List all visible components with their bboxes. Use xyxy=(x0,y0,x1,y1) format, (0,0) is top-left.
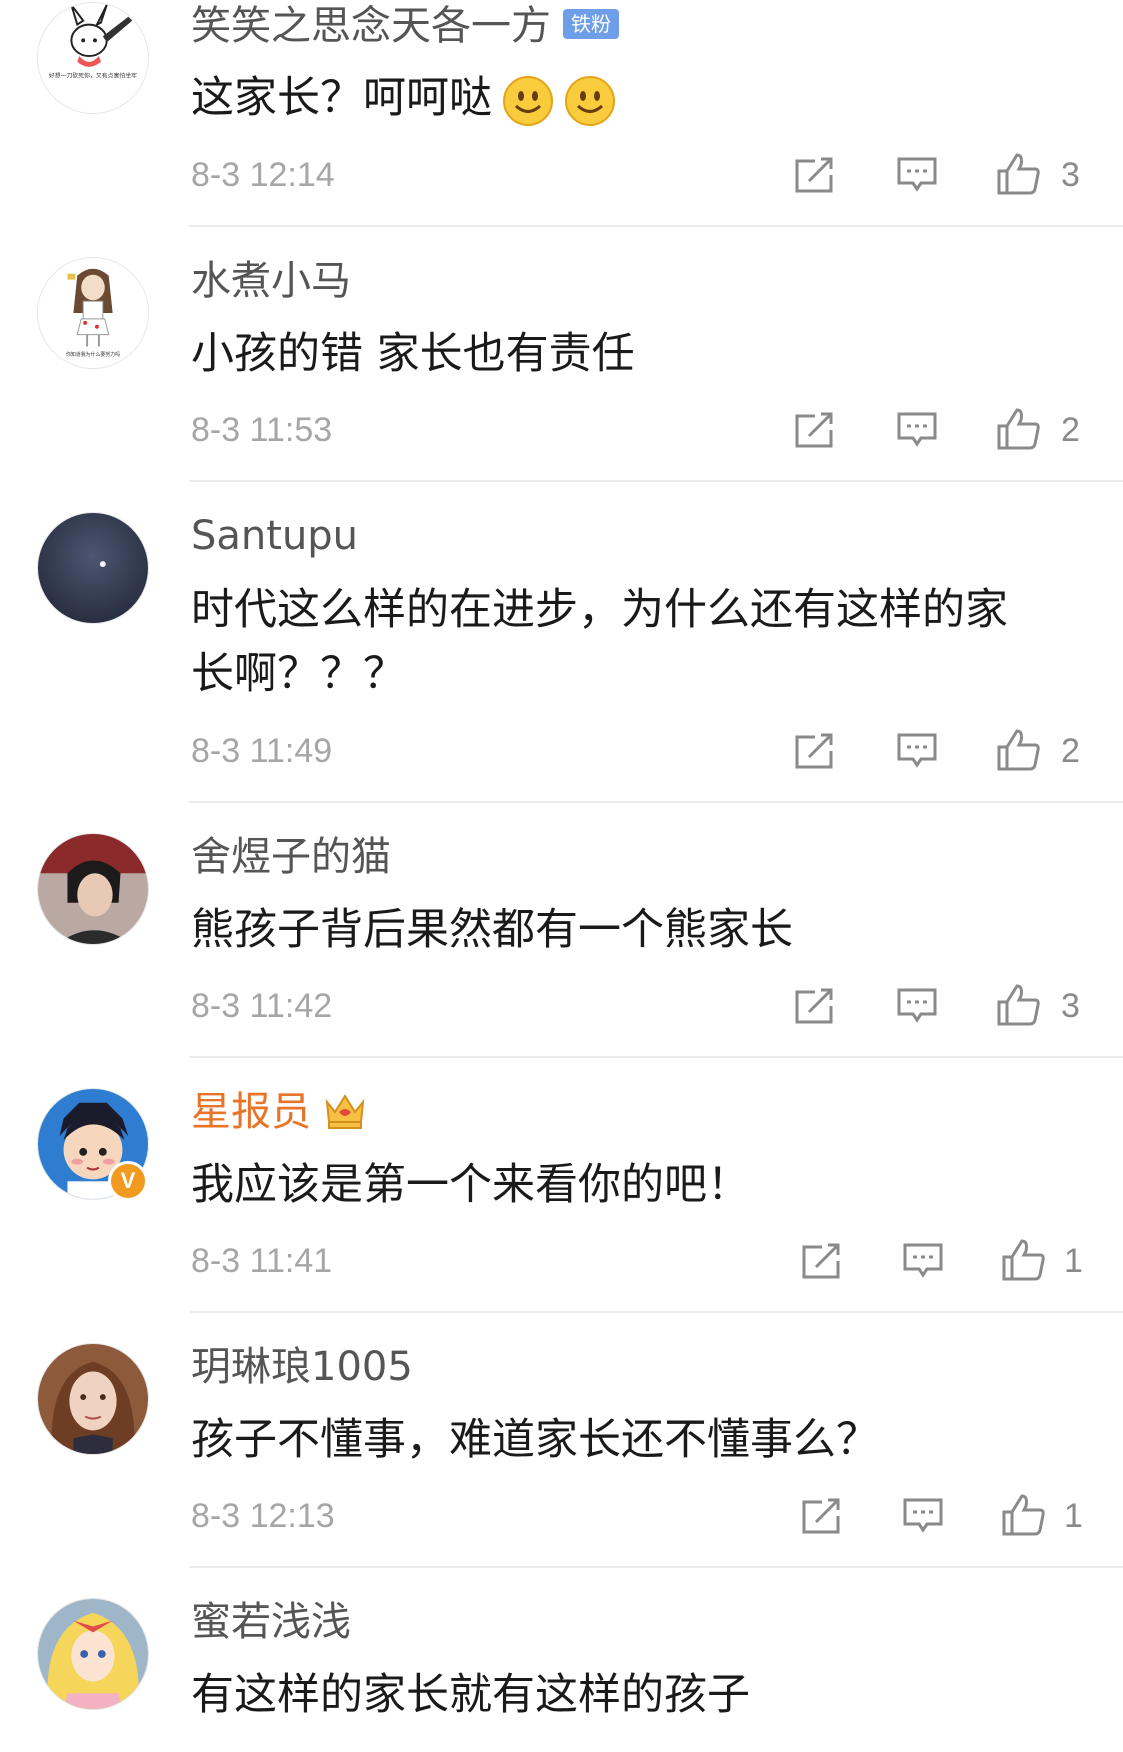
like-count: 1 xyxy=(1064,1497,1083,1535)
divider xyxy=(189,225,1123,227)
username-text[interactable]: 笑笑之思念天各一方 xyxy=(191,3,551,49)
username[interactable]: 舍煜子的猫 xyxy=(191,833,391,881)
username[interactable]: 星报员 xyxy=(191,1088,367,1136)
divider xyxy=(189,801,1123,803)
comment-text: 时代这么样的在进步，为什么还有这样的家 长啊？？？ xyxy=(191,578,1071,706)
verified-badge: V xyxy=(108,1161,148,1201)
smile-emoji xyxy=(565,75,615,126)
divider xyxy=(189,1056,1123,1058)
avatar[interactable]: 好想一刀砍死你，又有点害怕坐牢 xyxy=(37,2,149,114)
like-count: 2 xyxy=(1061,411,1080,449)
like-count: 3 xyxy=(1061,987,1080,1025)
comment-icon[interactable] xyxy=(895,986,939,1026)
like-count: 2 xyxy=(1061,732,1080,770)
divider xyxy=(189,1566,1123,1568)
comment-text-line: 时代这么样的在进步，为什么还有这样的家 xyxy=(191,585,1008,635)
thumbs-up-icon[interactable] xyxy=(995,982,1041,1028)
comment-time: 8-3 11:53 xyxy=(191,411,333,449)
username[interactable]: 玥琳琅1005 xyxy=(191,1343,413,1391)
comment-icon[interactable] xyxy=(895,731,939,771)
avatar[interactable] xyxy=(37,512,149,624)
comment-text: 这家长？呵呵哒 xyxy=(191,66,1071,130)
username-text[interactable]: 星报员 xyxy=(191,1089,311,1135)
comment-time: 8-3 11:41 xyxy=(191,1242,333,1280)
comment-text: 孩子不懂事，难道家长还不懂事么？ xyxy=(191,1415,879,1465)
comment-text: 有这样的家长就有这样的孩子 xyxy=(191,1670,750,1720)
comment-text-line: 长啊？？？ xyxy=(191,649,406,699)
comment-icon[interactable] xyxy=(901,1241,945,1281)
avatar[interactable] xyxy=(37,1598,149,1710)
comment-list: 好想一刀砍死你，又有点害怕坐牢 笑笑之思念天各一方 铁粉 这家长？呵呵哒 8-3 … xyxy=(0,0,1123,1752)
thumbs-up-icon[interactable] xyxy=(995,727,1041,773)
comment-text-content: 这家长？呵呵哒 xyxy=(191,73,492,123)
thumbs-up-icon[interactable] xyxy=(1000,1237,1046,1283)
comment-text: 熊孩子背后果然都有一个熊家长 xyxy=(191,905,793,955)
comment-time: 8-3 11:42 xyxy=(191,987,333,1025)
username[interactable]: 水煮小马 xyxy=(191,257,351,305)
fan-badge: 铁粉 xyxy=(563,9,619,39)
share-icon[interactable] xyxy=(793,986,837,1026)
comment-time: 8-3 12:13 xyxy=(191,1497,335,1535)
comment-time: 8-3 12:14 xyxy=(191,156,335,194)
username[interactable]: 蜜若浅浅 xyxy=(191,1598,351,1646)
username[interactable]: Santupu xyxy=(191,512,358,560)
comment-icon[interactable] xyxy=(895,410,939,450)
like-count: 1 xyxy=(1064,1242,1083,1280)
comment-text: 我应该是第一个来看你的吧！ xyxy=(191,1160,750,1210)
share-icon[interactable] xyxy=(800,1241,844,1281)
avatar[interactable] xyxy=(37,833,149,945)
thumbs-up-icon[interactable] xyxy=(995,151,1041,197)
avatar[interactable] xyxy=(37,1343,149,1455)
share-icon[interactable] xyxy=(793,731,837,771)
crown-icon xyxy=(325,1094,365,1129)
like-count: 3 xyxy=(1061,156,1080,194)
username[interactable]: 笑笑之思念天各一方 铁粉 xyxy=(191,2,619,50)
comment-icon[interactable] xyxy=(895,155,939,195)
comment-icon[interactable] xyxy=(901,1496,945,1536)
share-icon[interactable] xyxy=(793,410,837,450)
divider xyxy=(189,480,1123,482)
share-icon[interactable] xyxy=(800,1496,844,1536)
divider xyxy=(189,1311,1123,1313)
avatar-caption: 你知道我为什么要努力吗 xyxy=(66,351,120,358)
thumbs-up-icon[interactable] xyxy=(995,406,1041,452)
share-icon[interactable] xyxy=(793,155,837,195)
comment-time: 8-3 11:49 xyxy=(191,732,333,770)
smile-emoji xyxy=(503,75,553,126)
avatar[interactable]: 你知道我为什么要努力吗 xyxy=(37,257,149,369)
comment-text: 小孩的错 家长也有责任 xyxy=(191,329,635,379)
thumbs-up-icon[interactable] xyxy=(1000,1492,1046,1538)
avatar-caption: 好想一刀砍死你，又有点害怕坐牢 xyxy=(49,72,137,80)
